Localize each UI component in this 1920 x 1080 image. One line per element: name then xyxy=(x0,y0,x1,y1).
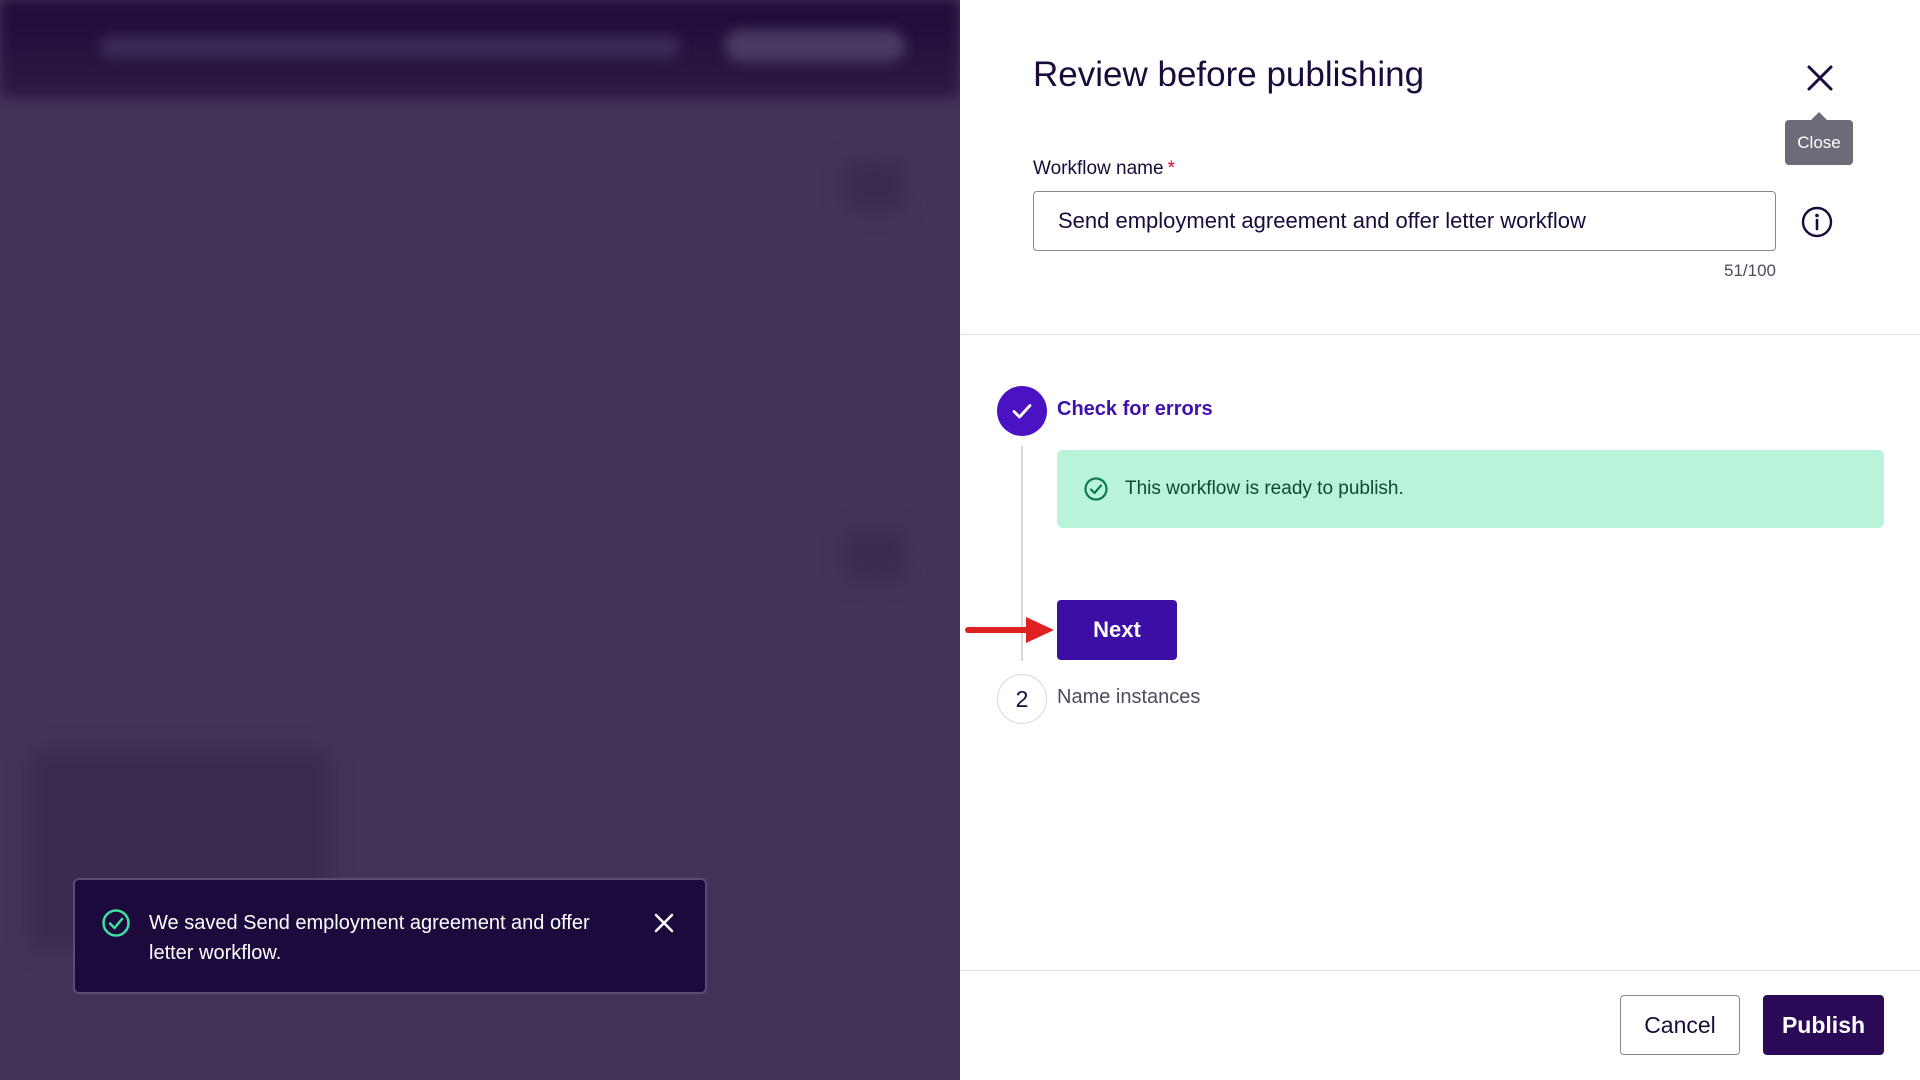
close-tooltip: Close xyxy=(1785,112,1853,165)
drawer-close-button[interactable] xyxy=(1800,58,1840,98)
footer-divider xyxy=(960,970,1920,971)
check-circle-icon xyxy=(1084,477,1108,501)
drawer-title: Review before publishing xyxy=(1033,55,1425,94)
save-toast: We saved Send employment agreement and o… xyxy=(73,878,707,994)
publish-button[interactable]: Publish xyxy=(1763,995,1884,1055)
section-divider xyxy=(960,334,1920,335)
background-blur-shape xyxy=(845,160,905,210)
background-blur-shape xyxy=(100,36,680,58)
toast-close-button[interactable] xyxy=(649,908,679,938)
step-2-indicator: 2 xyxy=(997,674,1047,724)
ready-message: This workflow is ready to publish. xyxy=(1125,478,1404,499)
step-1-label[interactable]: Check for errors xyxy=(1057,398,1213,421)
workflow-name-input[interactable] xyxy=(1033,191,1776,251)
cancel-button[interactable]: Cancel xyxy=(1620,995,1740,1055)
check-icon xyxy=(1012,404,1032,419)
workflow-name-label-text: Workflow name xyxy=(1033,158,1164,179)
toast-message: We saved Send employment agreement and o… xyxy=(149,912,590,964)
workflow-name-label: Workflow name * xyxy=(1033,158,1175,180)
required-marker: * xyxy=(1167,158,1175,179)
close-icon xyxy=(1807,65,1833,91)
review-drawer: Review before publishing Close Workflow … xyxy=(960,0,1920,1080)
next-button[interactable]: Next xyxy=(1057,600,1177,660)
ready-to-publish-banner: This workflow is ready to publish. xyxy=(1057,450,1884,528)
close-icon xyxy=(654,913,674,933)
info-icon[interactable] xyxy=(1800,205,1834,239)
check-circle-icon xyxy=(102,909,130,937)
step-1-complete-indicator xyxy=(997,386,1047,436)
arrow-right-icon xyxy=(965,617,1054,643)
character-counter: 51/100 xyxy=(1724,261,1776,280)
background-blur-shape xyxy=(725,30,905,62)
step-2-label[interactable]: Name instances xyxy=(1057,686,1200,709)
background-blur-shape xyxy=(845,530,905,580)
